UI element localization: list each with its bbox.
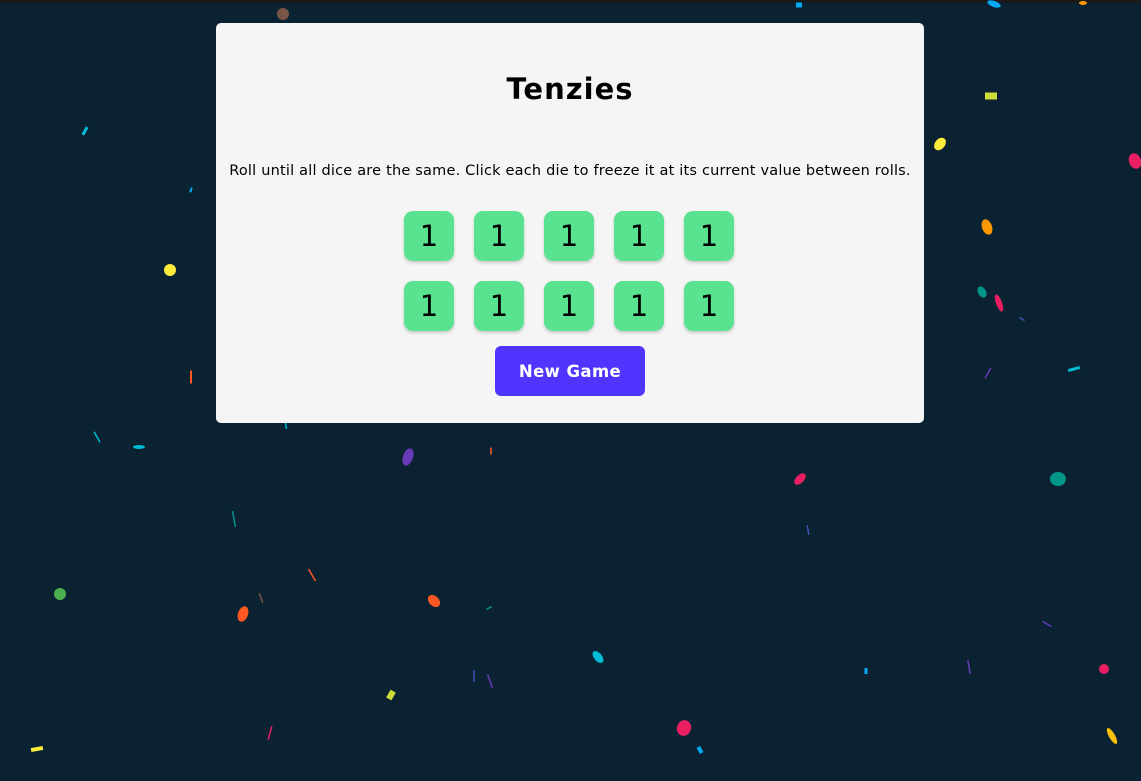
confetti-piece: [93, 431, 101, 443]
confetti-piece: [133, 445, 145, 449]
confetti-piece: [1042, 620, 1052, 628]
die-5[interactable]: 1: [684, 211, 734, 261]
confetti-piece: [386, 689, 396, 701]
window-top-border: [0, 0, 1141, 3]
confetti-piece: [190, 370, 192, 384]
confetti-piece: [1099, 664, 1109, 674]
die-4[interactable]: 1: [614, 211, 664, 261]
die-7[interactable]: 1: [474, 281, 524, 331]
confetti-piece: [231, 510, 237, 528]
confetti-piece: [427, 594, 441, 608]
dice-grid: 1 1 1 1 1 1 1 1 1 1: [404, 211, 734, 331]
confetti-piece: [1067, 365, 1081, 373]
confetti-piece: [81, 126, 89, 136]
confetti-piece: [1128, 153, 1141, 169]
confetti-piece: [402, 448, 414, 466]
confetti-piece: [277, 8, 289, 20]
die-1[interactable]: 1: [404, 211, 454, 261]
new-game-button[interactable]: New Game: [495, 346, 645, 396]
die-8[interactable]: 1: [544, 281, 594, 331]
game-board: Tenzies Roll until all dice are the same…: [216, 23, 924, 423]
confetti-piece: [676, 720, 692, 736]
confetti-piece: [794, 473, 806, 485]
confetti-piece: [284, 422, 288, 430]
confetti-piece: [796, 2, 802, 8]
page-title: Tenzies: [506, 72, 634, 106]
confetti-piece: [864, 668, 868, 674]
confetti-piece: [984, 367, 992, 379]
confetti-piece: [592, 651, 604, 663]
confetti-piece: [258, 593, 264, 603]
confetti-piece: [994, 294, 1004, 312]
confetti-piece: [985, 92, 997, 100]
confetti-piece: [1106, 728, 1118, 744]
confetti-piece: [967, 659, 971, 675]
confetti-piece: [307, 568, 317, 582]
confetti-piece: [1050, 472, 1066, 486]
die-3[interactable]: 1: [544, 211, 594, 261]
confetti-piece: [981, 219, 993, 235]
instructions-text: Roll until all dice are the same. Click …: [229, 163, 911, 179]
die-10[interactable]: 1: [684, 281, 734, 331]
die-2[interactable]: 1: [474, 211, 524, 261]
confetti-piece: [486, 605, 492, 611]
confetti-piece: [30, 745, 44, 753]
die-6[interactable]: 1: [404, 281, 454, 331]
confetti-piece: [267, 726, 273, 740]
confetti-piece: [486, 674, 494, 688]
confetti-piece: [189, 187, 193, 193]
confetti-piece: [164, 264, 176, 276]
confetti-piece: [977, 286, 987, 298]
confetti-piece: [934, 137, 946, 151]
confetti-piece: [1019, 316, 1025, 322]
confetti-piece: [237, 606, 249, 622]
confetti-piece: [696, 745, 704, 755]
confetti-piece: [806, 524, 810, 536]
confetti-piece: [54, 588, 66, 600]
die-9[interactable]: 1: [614, 281, 664, 331]
